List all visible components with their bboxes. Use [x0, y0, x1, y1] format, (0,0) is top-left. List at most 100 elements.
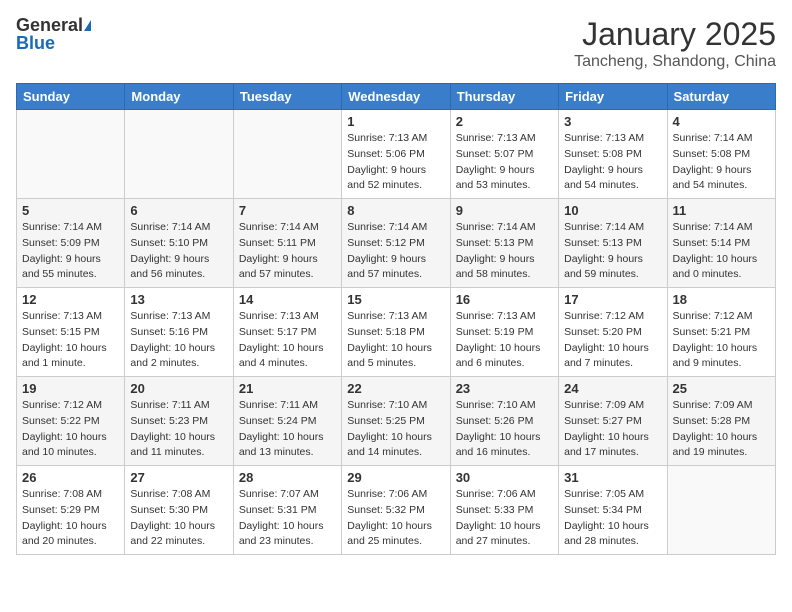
day-info: Sunrise: 7:13 AM Sunset: 5:16 PM Dayligh…: [130, 309, 227, 372]
calendar-cell: [667, 466, 775, 555]
day-info: Sunrise: 7:14 AM Sunset: 5:09 PM Dayligh…: [22, 220, 119, 283]
day-number: 9: [456, 203, 553, 218]
calendar-week-row: 19 Sunrise: 7:12 AM Sunset: 5:22 PM Dayli…: [17, 377, 776, 466]
day-info: Sunrise: 7:14 AM Sunset: 5:08 PM Dayligh…: [673, 131, 770, 194]
weekday-header-thursday: Thursday: [450, 84, 558, 110]
calendar-cell: 5 Sunrise: 7:14 AM Sunset: 5:09 PM Daylig…: [17, 199, 125, 288]
day-number: 18: [673, 292, 770, 307]
day-number: 4: [673, 114, 770, 129]
logo-blue-text: Blue: [16, 34, 55, 52]
day-number: 6: [130, 203, 227, 218]
day-info: Sunrise: 7:14 AM Sunset: 5:12 PM Dayligh…: [347, 220, 444, 283]
day-info: Sunrise: 7:10 AM Sunset: 5:25 PM Dayligh…: [347, 398, 444, 461]
day-number: 30: [456, 470, 553, 485]
calendar-cell: [233, 110, 341, 199]
day-info: Sunrise: 7:12 AM Sunset: 5:21 PM Dayligh…: [673, 309, 770, 372]
day-number: 15: [347, 292, 444, 307]
weekday-header-saturday: Saturday: [667, 84, 775, 110]
day-info: Sunrise: 7:10 AM Sunset: 5:26 PM Dayligh…: [456, 398, 553, 461]
calendar-cell: 7 Sunrise: 7:14 AM Sunset: 5:11 PM Daylig…: [233, 199, 341, 288]
calendar-cell: 2 Sunrise: 7:13 AM Sunset: 5:07 PM Daylig…: [450, 110, 558, 199]
day-number: 10: [564, 203, 661, 218]
day-number: 13: [130, 292, 227, 307]
calendar-week-row: 26 Sunrise: 7:08 AM Sunset: 5:29 PM Dayli…: [17, 466, 776, 555]
calendar-cell: 16 Sunrise: 7:13 AM Sunset: 5:19 PM Dayli…: [450, 288, 558, 377]
day-info: Sunrise: 7:08 AM Sunset: 5:30 PM Dayligh…: [130, 487, 227, 550]
day-number: 29: [347, 470, 444, 485]
day-info: Sunrise: 7:14 AM Sunset: 5:10 PM Dayligh…: [130, 220, 227, 283]
day-number: 3: [564, 114, 661, 129]
day-number: 31: [564, 470, 661, 485]
day-number: 8: [347, 203, 444, 218]
logo-general-text: General: [16, 16, 83, 34]
weekday-header-monday: Monday: [125, 84, 233, 110]
calendar-cell: 18 Sunrise: 7:12 AM Sunset: 5:21 PM Dayli…: [667, 288, 775, 377]
weekday-header-row: SundayMondayTuesdayWednesdayThursdayFrid…: [17, 84, 776, 110]
day-number: 17: [564, 292, 661, 307]
calendar-cell: [17, 110, 125, 199]
calendar-table: SundayMondayTuesdayWednesdayThursdayFrid…: [16, 83, 776, 555]
logo-triangle-icon: [84, 20, 91, 31]
calendar-cell: 27 Sunrise: 7:08 AM Sunset: 5:30 PM Dayli…: [125, 466, 233, 555]
day-info: Sunrise: 7:14 AM Sunset: 5:11 PM Dayligh…: [239, 220, 336, 283]
calendar-cell: 11 Sunrise: 7:14 AM Sunset: 5:14 PM Dayli…: [667, 199, 775, 288]
day-info: Sunrise: 7:13 AM Sunset: 5:15 PM Dayligh…: [22, 309, 119, 372]
calendar-cell: 22 Sunrise: 7:10 AM Sunset: 5:25 PM Dayli…: [342, 377, 450, 466]
day-number: 28: [239, 470, 336, 485]
day-number: 23: [456, 381, 553, 396]
day-info: Sunrise: 7:09 AM Sunset: 5:28 PM Dayligh…: [673, 398, 770, 461]
calendar-cell: 23 Sunrise: 7:10 AM Sunset: 5:26 PM Dayli…: [450, 377, 558, 466]
calendar-location: Tancheng, Shandong, China: [574, 53, 776, 71]
calendar-cell: 6 Sunrise: 7:14 AM Sunset: 5:10 PM Daylig…: [125, 199, 233, 288]
day-number: 14: [239, 292, 336, 307]
day-info: Sunrise: 7:13 AM Sunset: 5:19 PM Dayligh…: [456, 309, 553, 372]
day-number: 22: [347, 381, 444, 396]
logo: General Blue: [16, 16, 91, 52]
calendar-cell: [125, 110, 233, 199]
calendar-cell: 1Sunrise: 7:13 AM Sunset: 5:06 PM Daylig…: [342, 110, 450, 199]
day-info: Sunrise: 7:05 AM Sunset: 5:34 PM Dayligh…: [564, 487, 661, 550]
day-number: 26: [22, 470, 119, 485]
day-info: Sunrise: 7:07 AM Sunset: 5:31 PM Dayligh…: [239, 487, 336, 550]
calendar-cell: 20 Sunrise: 7:11 AM Sunset: 5:23 PM Dayli…: [125, 377, 233, 466]
day-number: 19: [22, 381, 119, 396]
day-info: Sunrise: 7:08 AM Sunset: 5:29 PM Dayligh…: [22, 487, 119, 550]
calendar-cell: 26 Sunrise: 7:08 AM Sunset: 5:29 PM Dayli…: [17, 466, 125, 555]
calendar-cell: 3 Sunrise: 7:13 AM Sunset: 5:08 PM Daylig…: [559, 110, 667, 199]
calendar-cell: 21Sunrise: 7:11 AM Sunset: 5:24 PM Dayli…: [233, 377, 341, 466]
day-number: 24: [564, 381, 661, 396]
weekday-header-friday: Friday: [559, 84, 667, 110]
title-block: January 2025 Tancheng, Shandong, China: [574, 16, 776, 71]
calendar-week-row: 5 Sunrise: 7:14 AM Sunset: 5:09 PM Daylig…: [17, 199, 776, 288]
calendar-week-row: 12Sunrise: 7:13 AM Sunset: 5:15 PM Dayli…: [17, 288, 776, 377]
calendar-cell: 29 Sunrise: 7:06 AM Sunset: 5:32 PM Dayli…: [342, 466, 450, 555]
day-info: Sunrise: 7:06 AM Sunset: 5:32 PM Dayligh…: [347, 487, 444, 550]
calendar-cell: 19 Sunrise: 7:12 AM Sunset: 5:22 PM Dayli…: [17, 377, 125, 466]
day-info: Sunrise: 7:11 AM Sunset: 5:23 PM Dayligh…: [130, 398, 227, 461]
day-number: 7: [239, 203, 336, 218]
day-info: Sunrise: 7:13 AM Sunset: 5:17 PM Dayligh…: [239, 309, 336, 372]
page-header: General Blue January 2025 Tancheng, Shan…: [16, 16, 776, 71]
day-info: Sunrise: 7:13 AM Sunset: 5:07 PM Dayligh…: [456, 131, 553, 194]
day-info: Sunrise: 7:13 AM Sunset: 5:18 PM Dayligh…: [347, 309, 444, 372]
day-number: 20: [130, 381, 227, 396]
day-info: Sunrise: 7:06 AM Sunset: 5:33 PM Dayligh…: [456, 487, 553, 550]
day-number: 2: [456, 114, 553, 129]
calendar-cell: 15 Sunrise: 7:13 AM Sunset: 5:18 PM Dayli…: [342, 288, 450, 377]
calendar-cell: 13 Sunrise: 7:13 AM Sunset: 5:16 PM Dayli…: [125, 288, 233, 377]
day-number: 27: [130, 470, 227, 485]
calendar-cell: 10Sunrise: 7:14 AM Sunset: 5:13 PM Dayli…: [559, 199, 667, 288]
day-number: 5: [22, 203, 119, 218]
calendar-cell: 30 Sunrise: 7:06 AM Sunset: 5:33 PM Dayli…: [450, 466, 558, 555]
weekday-header-sunday: Sunday: [17, 84, 125, 110]
day-info: Sunrise: 7:12 AM Sunset: 5:22 PM Dayligh…: [22, 398, 119, 461]
day-number: 11: [673, 203, 770, 218]
weekday-header-tuesday: Tuesday: [233, 84, 341, 110]
day-info: Sunrise: 7:14 AM Sunset: 5:14 PM Dayligh…: [673, 220, 770, 283]
day-info: Sunrise: 7:12 AM Sunset: 5:20 PM Dayligh…: [564, 309, 661, 372]
day-info: Sunrise: 7:13 AM Sunset: 5:08 PM Dayligh…: [564, 131, 661, 194]
day-info: Sunrise: 7:11 AM Sunset: 5:24 PM Dayligh…: [239, 398, 336, 461]
calendar-cell: 31 Sunrise: 7:05 AM Sunset: 5:34 PM Dayli…: [559, 466, 667, 555]
calendar-cell: 24Sunrise: 7:09 AM Sunset: 5:27 PM Dayli…: [559, 377, 667, 466]
day-number: 16: [456, 292, 553, 307]
